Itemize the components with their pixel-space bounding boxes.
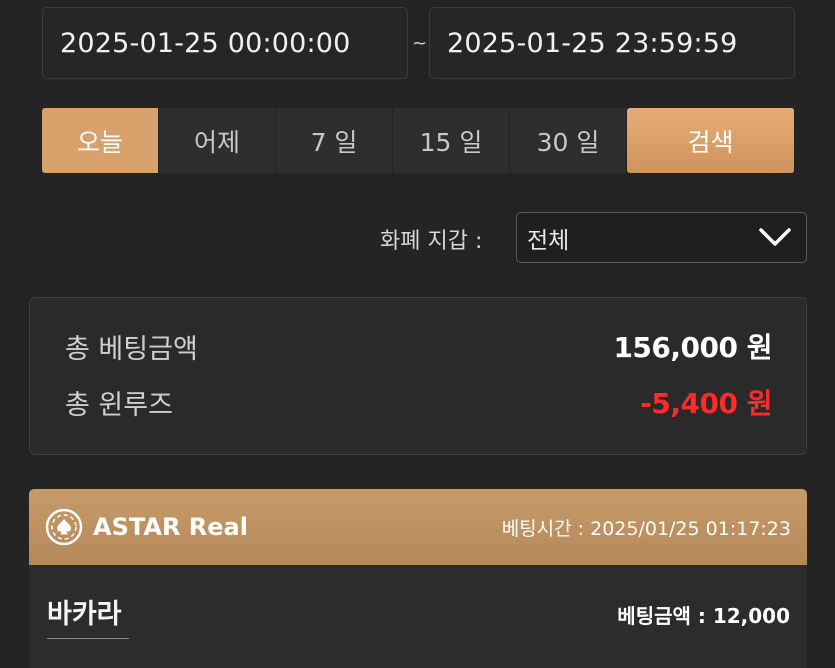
bet-record-header: ASTAR Real 베팅시간 : 2025/01/25 01:17:23 xyxy=(29,489,807,565)
end-date-field[interactable]: 2025-01-25 23:59:59 xyxy=(429,7,795,79)
provider-brand: ASTAR Real xyxy=(45,508,248,546)
search-button[interactable]: 검색 xyxy=(627,108,795,173)
total-bet-label: 총 베팅금액 xyxy=(65,333,198,365)
filter-today-button[interactable]: 오늘 xyxy=(42,108,159,173)
filter-yesterday-button[interactable]: 어제 xyxy=(159,108,276,173)
bet-record-body: 바카라 베팅금액 : 12,000 xyxy=(29,565,807,668)
date-range: 2025-01-25 00:00:00 ~ 2025-01-25 23:59:5… xyxy=(42,7,795,81)
bet-history-page: 2025-01-25 00:00:00 ~ 2025-01-25 23:59:5… xyxy=(0,0,835,668)
total-bet-row: 총 베팅금액 156,000 원 xyxy=(65,326,772,366)
game-name: 바카라 xyxy=(47,599,122,630)
date-range-separator: ~ xyxy=(412,33,428,54)
chevron-down-icon xyxy=(759,228,791,246)
summary-panel: 총 베팅금액 156,000 원 총 윈루즈 -5,400 원 xyxy=(29,297,807,455)
quick-date-filters: 오늘 어제 7 일 15 일 30 일 검색 xyxy=(42,108,795,173)
total-win-loss-label: 총 윈루즈 xyxy=(65,389,173,421)
start-date-field[interactable]: 2025-01-25 00:00:00 xyxy=(42,7,408,79)
total-win-loss-row: 총 윈루즈 -5,400 원 xyxy=(65,382,772,422)
game-name-underline xyxy=(47,638,129,639)
filter-7-days-button[interactable]: 7 일 xyxy=(276,108,393,173)
filter-30-days-button[interactable]: 30 일 xyxy=(510,108,627,173)
bet-amount: 베팅금액 : 12,000 xyxy=(617,604,790,628)
total-bet-value: 156,000 원 xyxy=(613,331,772,364)
total-win-loss-value: -5,400 원 xyxy=(640,387,772,420)
poker-chip-icon xyxy=(45,508,83,546)
currency-filter-value: 전체 xyxy=(527,227,570,254)
currency-filter-label: 화폐 지갑 : xyxy=(380,229,483,254)
filter-15-days-button[interactable]: 15 일 xyxy=(393,108,510,173)
currency-filter-select[interactable]: 전체 xyxy=(516,212,807,263)
bet-record-card[interactable]: ASTAR Real 베팅시간 : 2025/01/25 01:17:23 바카… xyxy=(29,489,807,668)
provider-name: ASTAR Real xyxy=(93,513,248,541)
bet-time: 베팅시간 : 2025/01/25 01:17:23 xyxy=(501,517,791,540)
